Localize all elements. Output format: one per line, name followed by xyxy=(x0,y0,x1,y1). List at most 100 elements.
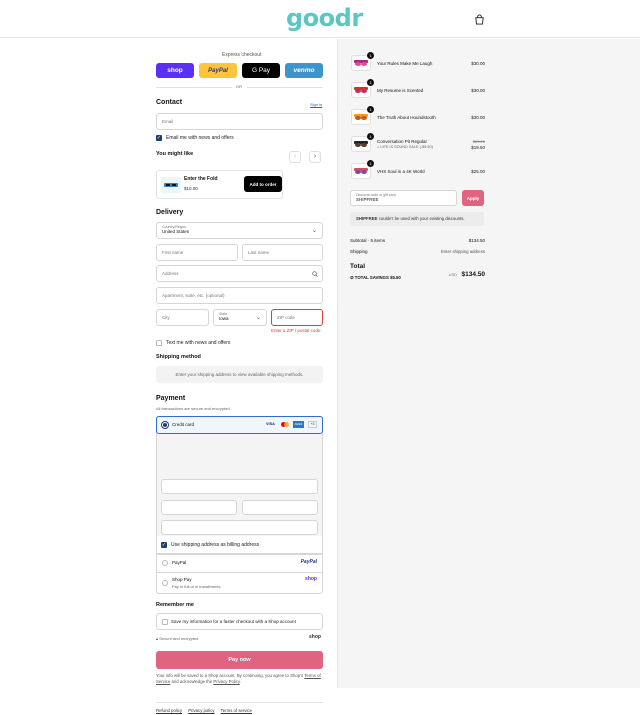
shop-pay-option[interactable]: Shop Pay Pay in full or in installments … xyxy=(156,572,323,594)
zip-error: Enter a ZIP / postal code xyxy=(271,328,321,333)
upsell-product-price: $10.00 xyxy=(184,186,198,191)
remember-checkbox[interactable] xyxy=(162,619,168,625)
address-placeholder: Address xyxy=(162,271,179,276)
divider xyxy=(156,87,232,88)
payment-title: Payment xyxy=(156,395,186,402)
apply-button[interactable]: Apply xyxy=(462,190,484,206)
sign-in-link[interactable]: Sign in xyxy=(310,102,322,107)
state-value: Iowa xyxy=(219,316,229,321)
shipping-method-message: Enter your shipping address to view avai… xyxy=(156,366,323,383)
text-me-checkbox[interactable] xyxy=(156,340,162,346)
item-name: Your Rules Make Me Laugh xyxy=(377,61,433,66)
pay-now-button[interactable]: Pay now xyxy=(156,651,323,669)
credit-card-radio[interactable] xyxy=(162,422,168,428)
upsell-thumb xyxy=(161,177,181,193)
sunglasses-icon xyxy=(164,183,178,187)
security-code-field[interactable] xyxy=(242,500,318,515)
total-value-group: USD $134.50 xyxy=(425,263,485,281)
currency-label: USD xyxy=(448,272,458,277)
address-field[interactable]: Address xyxy=(156,265,323,282)
credit-card-option[interactable]: Credit card VISA AMEX +3 xyxy=(156,416,323,434)
shop-pay-radio[interactable] xyxy=(162,580,168,586)
first-name-field[interactable]: First name xyxy=(156,244,238,261)
chevron-down-icon: ⌄ xyxy=(255,315,261,321)
add-to-order-button[interactable]: Add to order xyxy=(244,176,282,192)
payment-subtitle: All transactions are secure and encrypte… xyxy=(156,406,231,411)
divider xyxy=(156,702,323,703)
item-price: $30.00 xyxy=(471,88,485,93)
privacy-policy-link[interactable]: Privacy Policy xyxy=(213,679,239,684)
country-value: United States xyxy=(162,229,190,234)
upsell-title: You might like xyxy=(156,151,194,157)
notice-text: couldn't be used with your existing disc… xyxy=(378,216,465,221)
subtotal-label: Subtotal · 5 items xyxy=(350,238,386,243)
paypal-option[interactable]: PayPal PayPal xyxy=(156,553,323,573)
credit-card-label: Credit card xyxy=(172,422,195,427)
apartment-field[interactable]: Apartment, suite, etc. (optional) xyxy=(156,287,323,304)
text-me-label: Text me with news and offers xyxy=(166,340,231,346)
terms-of-service-footer-link[interactable]: Terms of service xyxy=(221,708,252,713)
shipping-method-title: Shipping method xyxy=(156,354,201,360)
billing-checkbox[interactable]: ✓ xyxy=(161,542,167,548)
total-savings: ⊘ TOTAL SAVINGS $5.50 xyxy=(350,275,401,280)
site-header: goodr xyxy=(0,0,640,38)
item-price: $19.50 xyxy=(471,145,485,150)
venmo-express-button[interactable]: venmo xyxy=(285,63,323,78)
news-label: Email me with news and offers xyxy=(166,135,234,141)
footer-links: Refund policy Privacy policy Terms of se… xyxy=(156,708,252,713)
city-field[interactable]: City xyxy=(156,309,209,326)
billing-label: Use shipping address as billing address xyxy=(171,542,260,548)
discount-code-field[interactable]: Discount code or gift card SHIPFREE xyxy=(350,190,457,206)
upsell-product-name: Enter the Fold xyxy=(184,176,218,182)
item-price: $25.00 xyxy=(471,169,485,174)
shop-pay-logo: shop xyxy=(305,576,317,582)
card-number-field[interactable] xyxy=(161,479,318,494)
shop-logo: shop xyxy=(309,634,321,640)
discount-value: SHIPFREE xyxy=(356,197,379,202)
quantity-badge: 1 xyxy=(367,106,374,113)
remember-option[interactable]: Save my information for a faster checkou… xyxy=(156,613,323,630)
item-name: VHS Soul in a 4K World xyxy=(377,169,425,174)
mastercard-icon xyxy=(280,421,290,429)
upsell-card: Enter the Fold $10.00 Add to order xyxy=(156,170,283,199)
shipping-value: Enter shipping address xyxy=(441,249,485,254)
shop-terms-note: Your info will be saved to a Shop accoun… xyxy=(156,673,321,684)
news-checkbox[interactable]: ✓ xyxy=(156,135,162,141)
order-summary: 1 Your Rules Make Me Laugh $30.00 1 My R… xyxy=(337,39,640,688)
shop-pay-label: Shop Pay xyxy=(172,577,192,582)
state-select[interactable]: State Iowa ⌄ xyxy=(213,309,267,326)
secure-label: 🔒︎ Secure and encrypted xyxy=(156,636,199,641)
express-checkout-label: Express checkout xyxy=(222,52,262,58)
total-value: $134.50 xyxy=(461,271,486,278)
privacy-policy-footer-link[interactable]: Privacy policy xyxy=(188,708,214,713)
google-pay-express-button[interactable]: G Pay xyxy=(242,63,280,78)
chevron-left-icon[interactable]: ‹ xyxy=(289,151,301,163)
item-name: The Truth About Houndstooth xyxy=(377,115,436,120)
paypal-radio[interactable] xyxy=(162,560,168,566)
remember-label: Save my information for a faster checkou… xyxy=(171,619,296,624)
amex-icon: AMEX xyxy=(293,421,304,428)
last-name-field[interactable]: Last name xyxy=(242,244,323,261)
expiry-field[interactable] xyxy=(161,500,237,515)
name-on-card-field[interactable] xyxy=(161,520,318,535)
chevron-right-icon[interactable]: › xyxy=(309,151,321,163)
zip-field[interactable]: ZIP code xyxy=(271,309,323,326)
email-field[interactable]: Email xyxy=(156,113,323,130)
paypal-express-button[interactable]: PayPal xyxy=(199,63,237,78)
refund-policy-link[interactable]: Refund policy xyxy=(156,708,182,713)
item-name: Conversation Pit Regular xyxy=(377,139,428,144)
country-select[interactable]: Country/Region United States ⌄ xyxy=(156,222,323,239)
goodr-logo[interactable]: goodr xyxy=(286,4,363,32)
item-discount: ⌂ LIFE IS SOUND SALE (-$5.50) xyxy=(377,145,433,149)
remember-title: Remember me xyxy=(156,602,194,608)
divider xyxy=(247,87,323,88)
bag-icon[interactable] xyxy=(474,14,485,25)
shop-pay-express-button[interactable]: shop xyxy=(156,63,194,78)
shop-pay-sublabel: Pay in full or in installments xyxy=(172,584,221,589)
item-name: My Resume is Scented xyxy=(377,88,424,93)
paypal-logo: PayPal xyxy=(300,559,317,565)
shipping-label: Shipping xyxy=(350,249,368,254)
search-icon xyxy=(312,271,318,277)
quantity-badge: 1 xyxy=(367,52,374,59)
item-price: $30.00 xyxy=(471,115,485,120)
